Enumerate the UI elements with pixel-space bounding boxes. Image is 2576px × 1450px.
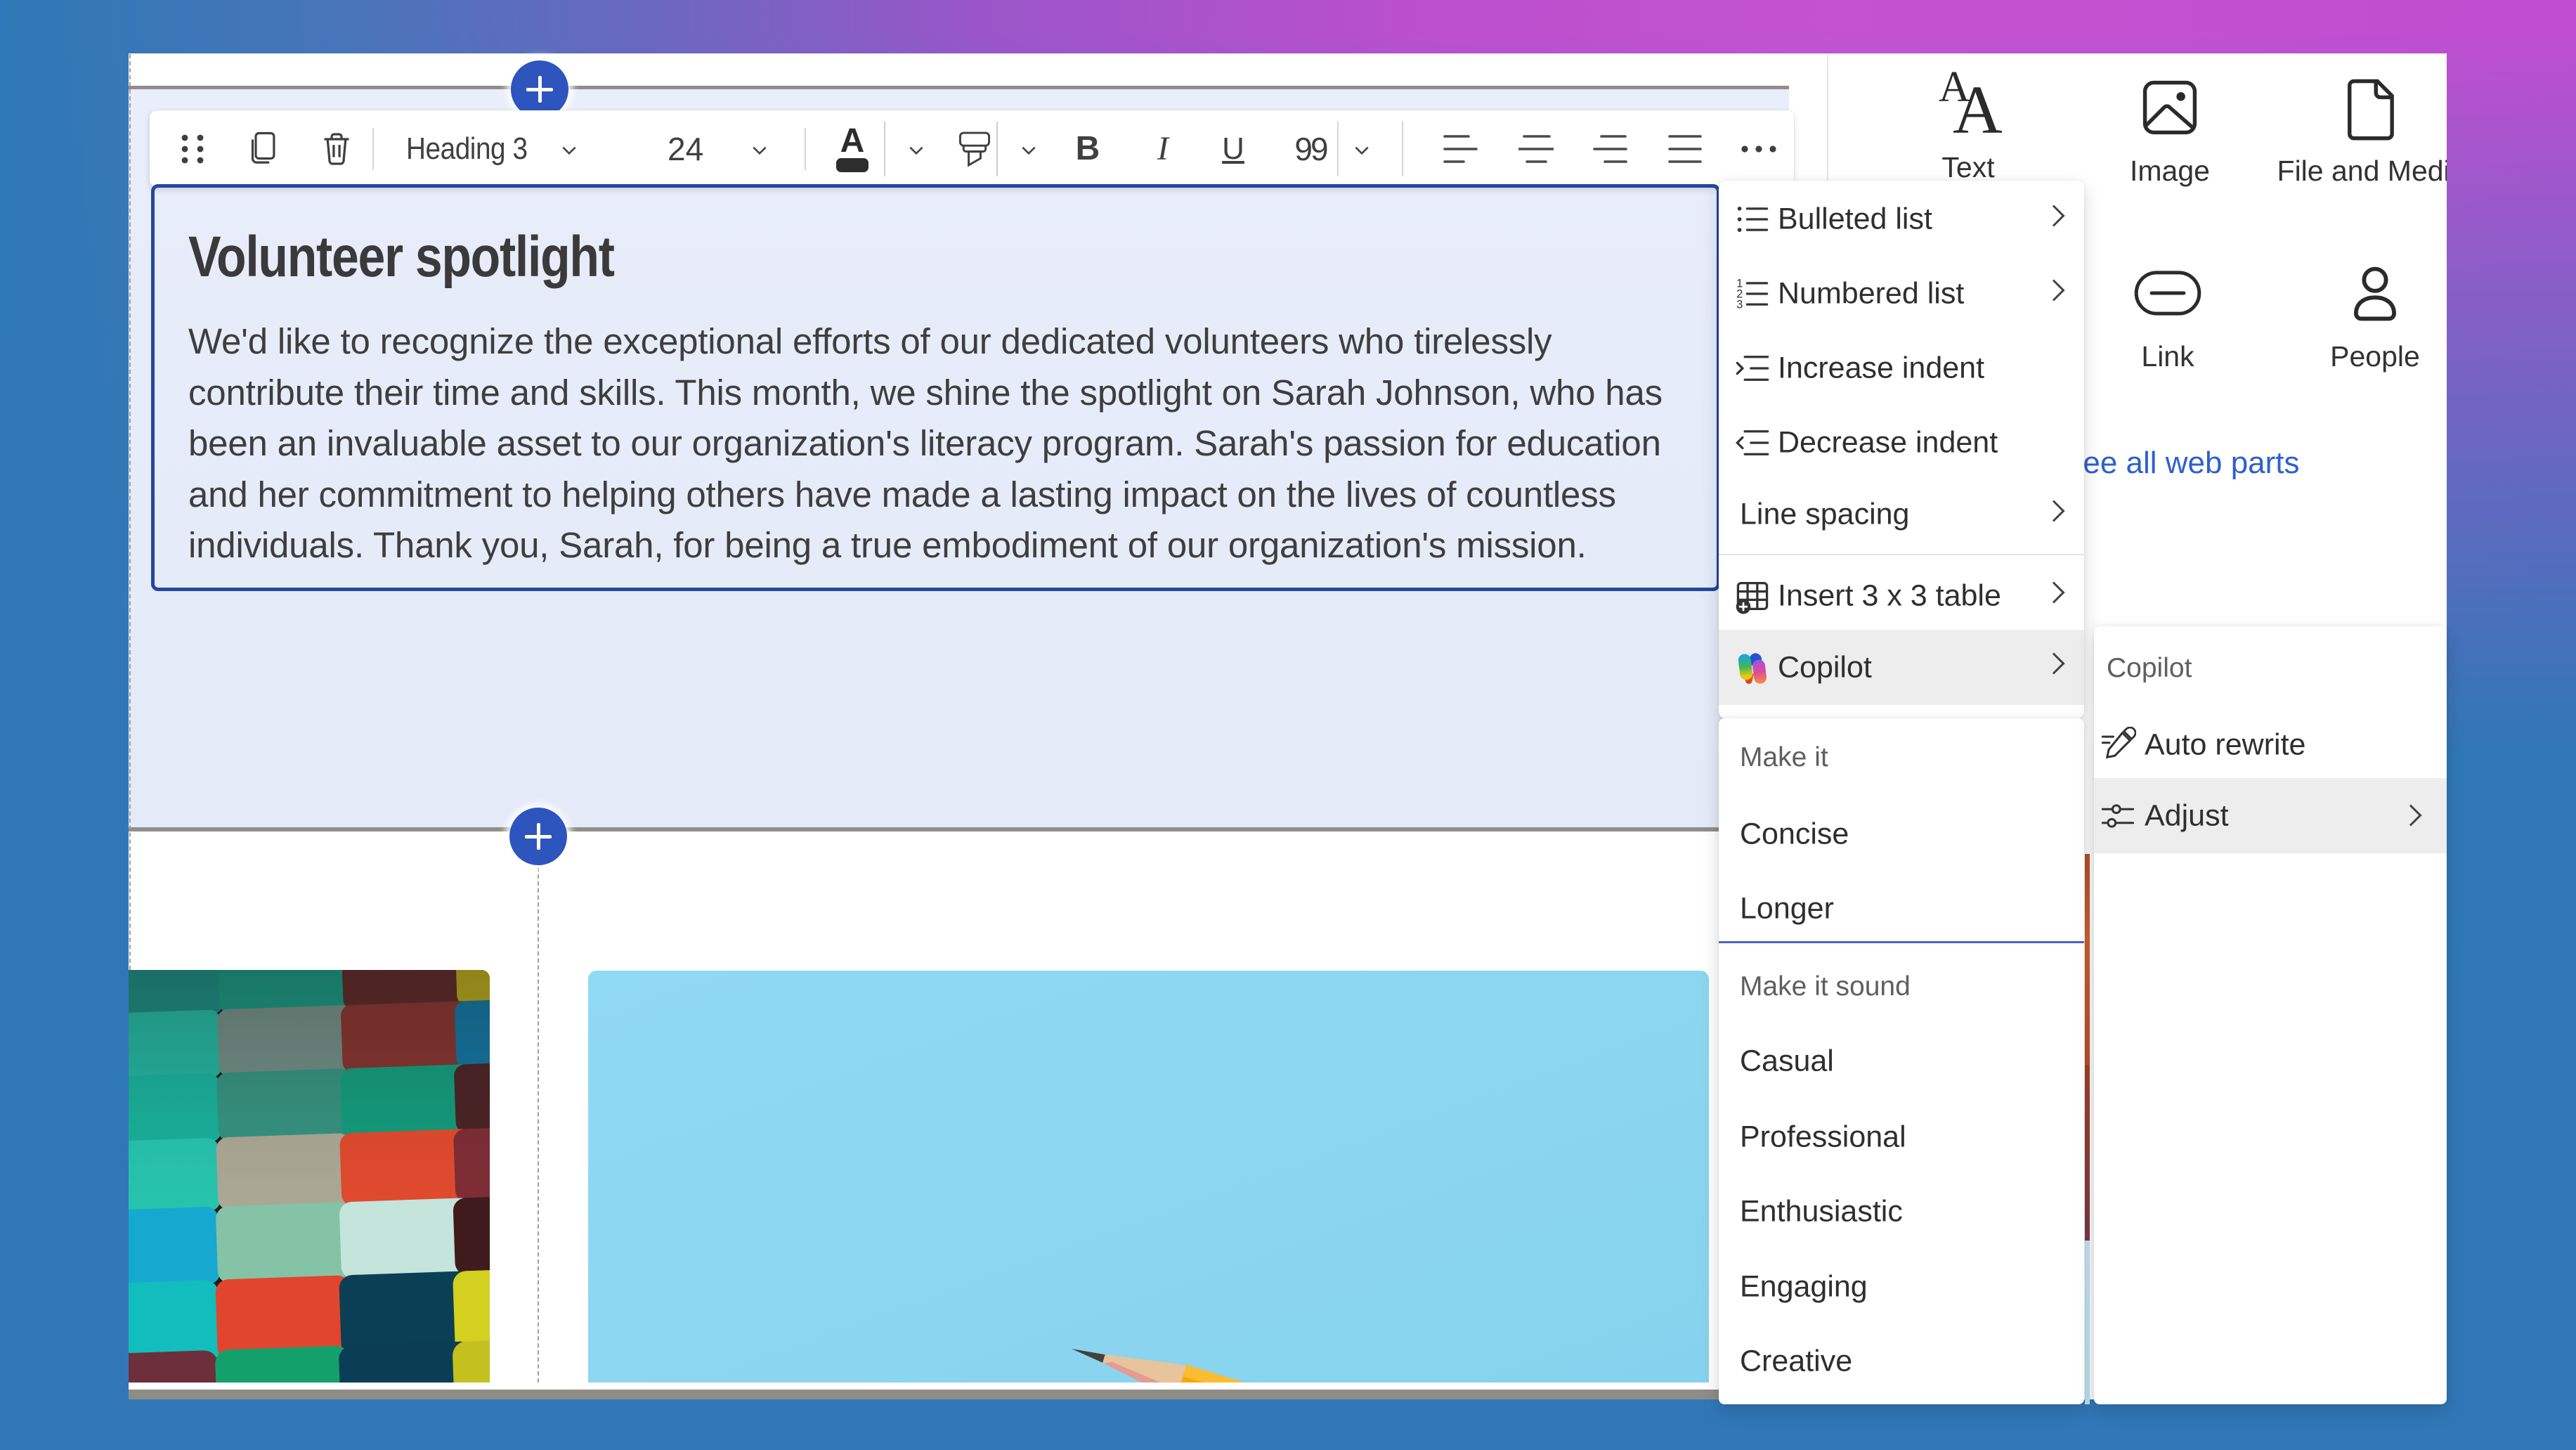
svg-text:3: 3	[1736, 299, 1743, 311]
